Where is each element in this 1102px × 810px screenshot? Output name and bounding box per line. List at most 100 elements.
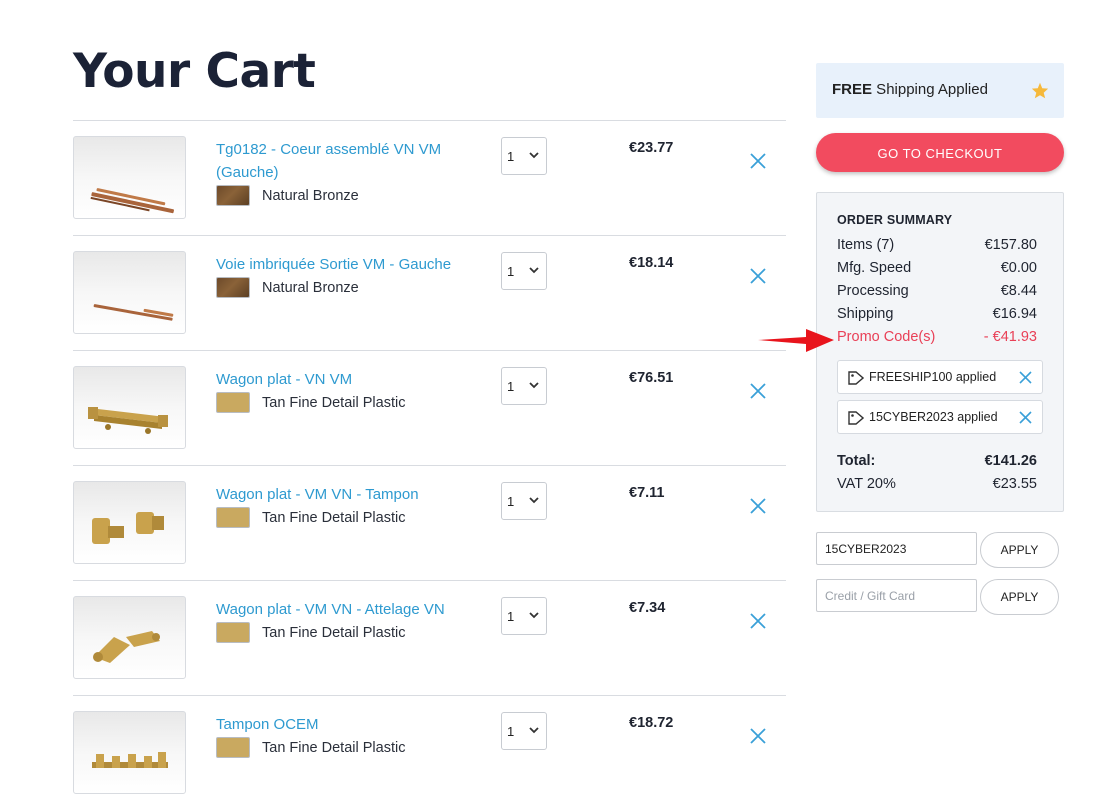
material-label: Natural Bronze: [262, 187, 359, 204]
material-swatch: [216, 507, 250, 528]
tag-icon: [848, 371, 864, 385]
remove-item-icon[interactable]: [749, 267, 767, 285]
go-to-checkout-button[interactable]: GO TO CHECKOUT: [816, 133, 1064, 172]
vat-label: VAT 20%: [837, 476, 896, 492]
product-thumbnail[interactable]: [73, 136, 186, 219]
remove-promo-icon[interactable]: [1019, 411, 1032, 424]
item-name-link[interactable]: Wagon plat - VM VN - Attelage VN: [216, 598, 466, 621]
remove-item-icon[interactable]: [749, 382, 767, 400]
order-summary-heading: ORDER SUMMARY: [837, 213, 953, 227]
remove-item-icon[interactable]: [749, 727, 767, 745]
item-price: €23.77: [629, 140, 674, 156]
quantity-value: 1: [507, 264, 515, 279]
star-icon: [1031, 82, 1049, 99]
material-info: Tan Fine Detail Plastic: [216, 737, 405, 758]
shipping-free-label: FREE: [832, 81, 873, 98]
material-info: Tan Fine Detail Plastic: [216, 392, 405, 413]
material-swatch: [216, 392, 250, 413]
quantity-value: 1: [507, 379, 515, 394]
remove-item-icon[interactable]: [749, 612, 767, 630]
quantity-select[interactable]: 1: [501, 252, 547, 290]
summary-value: €157.80: [984, 237, 1037, 253]
quantity-value: 1: [507, 149, 515, 164]
chevron-down-icon: [529, 267, 539, 274]
material-label: Tan Fine Detail Plastic: [262, 509, 406, 526]
product-thumbnail[interactable]: [73, 711, 186, 794]
material-swatch: [216, 622, 250, 643]
product-thumbnail[interactable]: [73, 596, 186, 679]
coupling-parts-icon: [93, 631, 160, 663]
quantity-select[interactable]: 1: [501, 482, 547, 520]
material-label: Tan Fine Detail Plastic: [262, 739, 406, 756]
total-value: €141.26: [984, 453, 1037, 469]
quantity-select[interactable]: 1: [501, 367, 547, 405]
summary-value: - €41.93: [983, 329, 1037, 345]
remove-item-icon[interactable]: [749, 152, 767, 170]
total-label: Total:: [837, 453, 876, 469]
buffer-set-icon: [92, 752, 168, 768]
material-info: Natural Bronze: [216, 277, 359, 298]
product-thumbnail[interactable]: [73, 481, 186, 564]
shipping-text: FREE Shipping Applied: [832, 81, 988, 98]
item-price: €18.14: [629, 255, 674, 271]
item-price: €7.11: [629, 485, 665, 501]
chevron-down-icon: [529, 382, 539, 389]
promo-code-input[interactable]: [816, 532, 977, 565]
product-thumbnail[interactable]: [73, 251, 186, 334]
promo-chip-label: FREESHIP100 applied: [869, 370, 997, 384]
remove-item-icon[interactable]: [749, 497, 767, 515]
item-price: €76.51: [629, 370, 674, 386]
summary-label: Processing: [837, 283, 909, 299]
item-name-link[interactable]: Tampon OCEM: [216, 713, 466, 736]
vat-value: €23.55: [992, 476, 1037, 492]
quantity-select[interactable]: 1: [501, 712, 547, 750]
item-name-link[interactable]: Tg0182 - Coeur assemblé VN VM (Gauche): [216, 138, 466, 184]
cart-item-row: Wagon plat - VM VN - Tampon Tan Fine Det…: [73, 465, 786, 580]
summary-label: Mfg. Speed: [837, 260, 912, 276]
chevron-down-icon: [529, 497, 539, 504]
material-label: Tan Fine Detail Plastic: [262, 624, 406, 641]
material-swatch: [216, 185, 250, 206]
applied-promo-chip: 15CYBER2023 applied: [837, 400, 1043, 434]
item-price: €18.72: [629, 715, 674, 731]
product-thumbnail[interactable]: [73, 366, 186, 449]
shipping-applied-label: Shipping Applied: [872, 81, 988, 98]
free-shipping-banner: FREE Shipping Applied: [816, 63, 1064, 118]
cart-item-row: Wagon plat - VM VN - Attelage VN Tan Fin…: [73, 580, 786, 695]
cart-list: Tg0182 - Coeur assemblé VN VM (Gauche) N…: [73, 120, 786, 810]
quantity-value: 1: [507, 609, 515, 624]
chevron-down-icon: [529, 152, 539, 159]
applied-promo-chip: FREESHIP100 applied: [837, 360, 1043, 394]
chevron-down-icon: [529, 612, 539, 619]
flat-wagon-icon: [88, 407, 168, 434]
item-price: €7.34: [629, 600, 666, 616]
apply-promo-button[interactable]: APPLY: [980, 532, 1059, 568]
quantity-select[interactable]: 1: [501, 137, 547, 175]
buffer-parts-icon: [92, 512, 164, 544]
chevron-down-icon: [529, 727, 539, 734]
red-arrow-annotation-icon: [758, 329, 834, 352]
remove-promo-icon[interactable]: [1019, 371, 1032, 384]
material-swatch: [216, 737, 250, 758]
item-name-link[interactable]: Wagon plat - VN VM: [216, 368, 466, 391]
item-name-link[interactable]: Wagon plat - VM VN - Tampon: [216, 483, 466, 506]
quantity-select[interactable]: 1: [501, 597, 547, 635]
summary-label: Items (7): [837, 237, 895, 253]
gift-card-input[interactable]: [816, 579, 977, 612]
item-name-link[interactable]: Voie imbriquée Sortie VM - Gauche: [216, 253, 466, 276]
rail-bronze-icon: [90, 188, 174, 214]
material-label: Tan Fine Detail Plastic: [262, 394, 406, 411]
quantity-value: 1: [507, 494, 515, 509]
summary-value: €0.00: [1000, 260, 1037, 276]
material-info: Tan Fine Detail Plastic: [216, 507, 405, 528]
cart-item-row: Tampon OCEM Tan Fine Detail Plastic 1 €1…: [73, 695, 786, 810]
summary-value: €8.44: [1000, 283, 1037, 299]
summary-value: €16.94: [992, 306, 1037, 322]
page-title: Your Cart: [73, 44, 316, 99]
apply-gift-card-button[interactable]: APPLY: [980, 579, 1059, 615]
material-label: Natural Bronze: [262, 279, 359, 296]
cart-item-row: Wagon plat - VN VM Tan Fine Detail Plast…: [73, 350, 786, 465]
material-info: Natural Bronze: [216, 185, 359, 206]
tag-icon: [848, 411, 864, 425]
order-summary: ORDER SUMMARY Items (7) €157.80 Mfg. Spe…: [816, 192, 1064, 512]
